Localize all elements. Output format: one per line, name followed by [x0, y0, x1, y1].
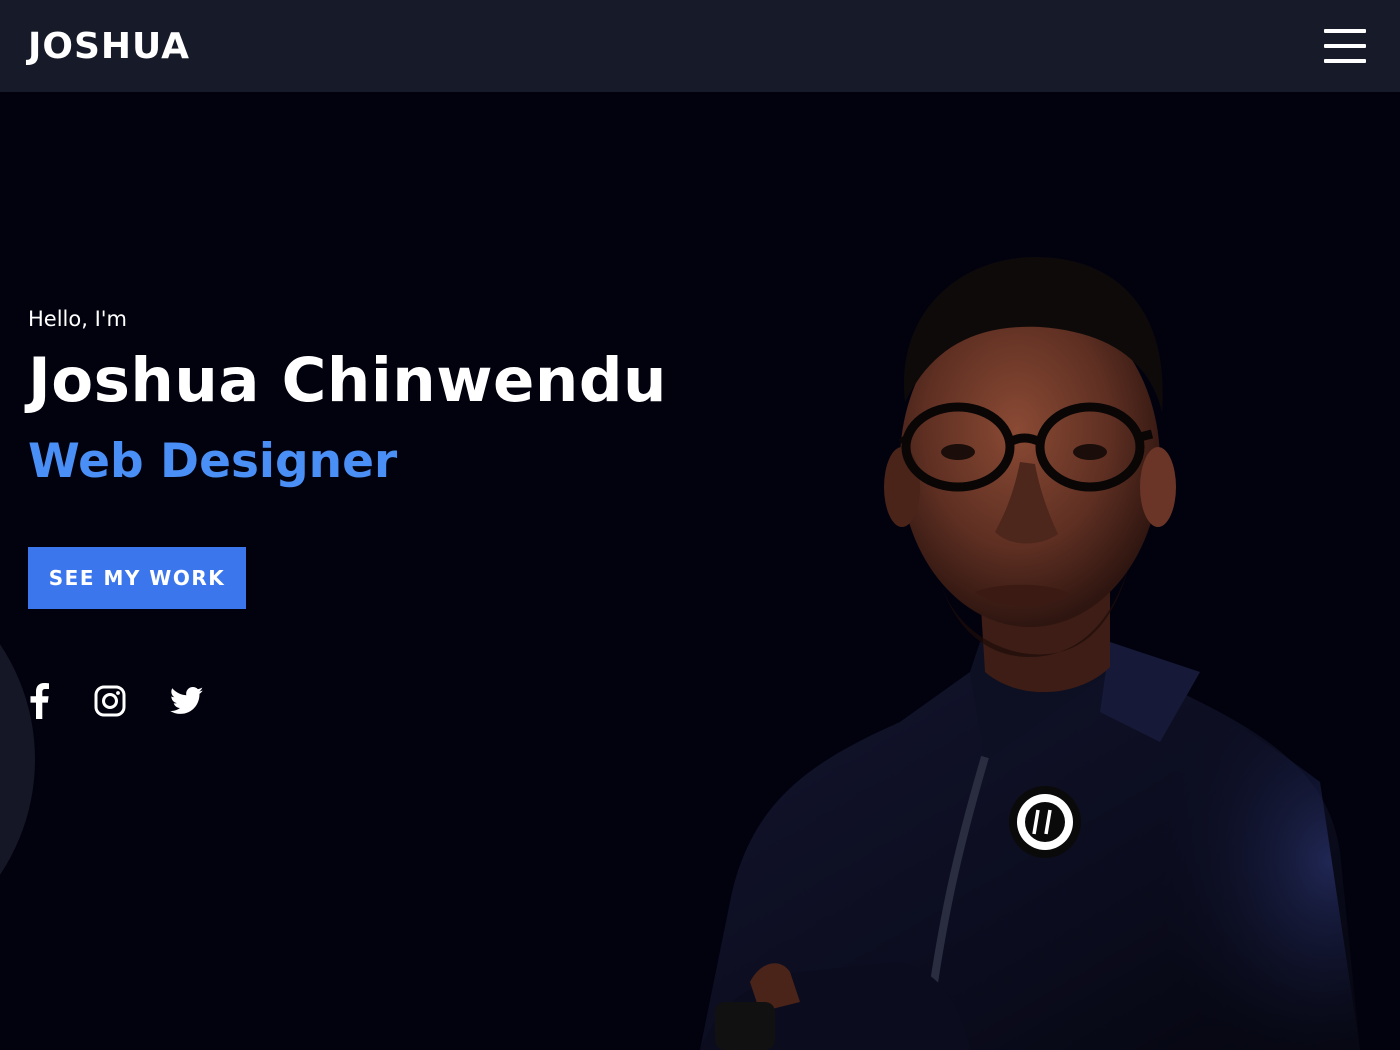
hero-text: Hello, I'm Joshua Chinwendu Web Designer…	[28, 307, 667, 719]
hero-section: Hello, I'm Joshua Chinwendu Web Designer…	[0, 92, 1400, 1050]
twitter-link[interactable]	[170, 687, 204, 715]
portrait-image	[700, 257, 1360, 1050]
greeting-text: Hello, I'm	[28, 307, 128, 331]
hamburger-menu-icon[interactable]	[1324, 29, 1366, 63]
hero-name: Joshua Chinwendu	[28, 345, 667, 416]
wristwatch	[715, 1002, 775, 1050]
facebook-link[interactable]	[28, 683, 50, 719]
hero-role: Web Designer	[28, 434, 398, 489]
twitter-icon	[170, 687, 204, 714]
see-my-work-button[interactable]: SEE MY WORK	[28, 547, 246, 609]
site-logo[interactable]: JOSHUA	[28, 26, 190, 67]
instagram-icon	[94, 685, 126, 717]
facebook-icon	[30, 683, 49, 719]
navbar: JOSHUA	[0, 0, 1400, 92]
instagram-link[interactable]	[94, 685, 126, 717]
jacket-badge	[1009, 786, 1081, 858]
menu-bar-middle	[1324, 44, 1366, 48]
menu-bar-bottom	[1324, 59, 1366, 63]
social-links	[28, 683, 667, 719]
menu-bar-top	[1324, 29, 1366, 33]
